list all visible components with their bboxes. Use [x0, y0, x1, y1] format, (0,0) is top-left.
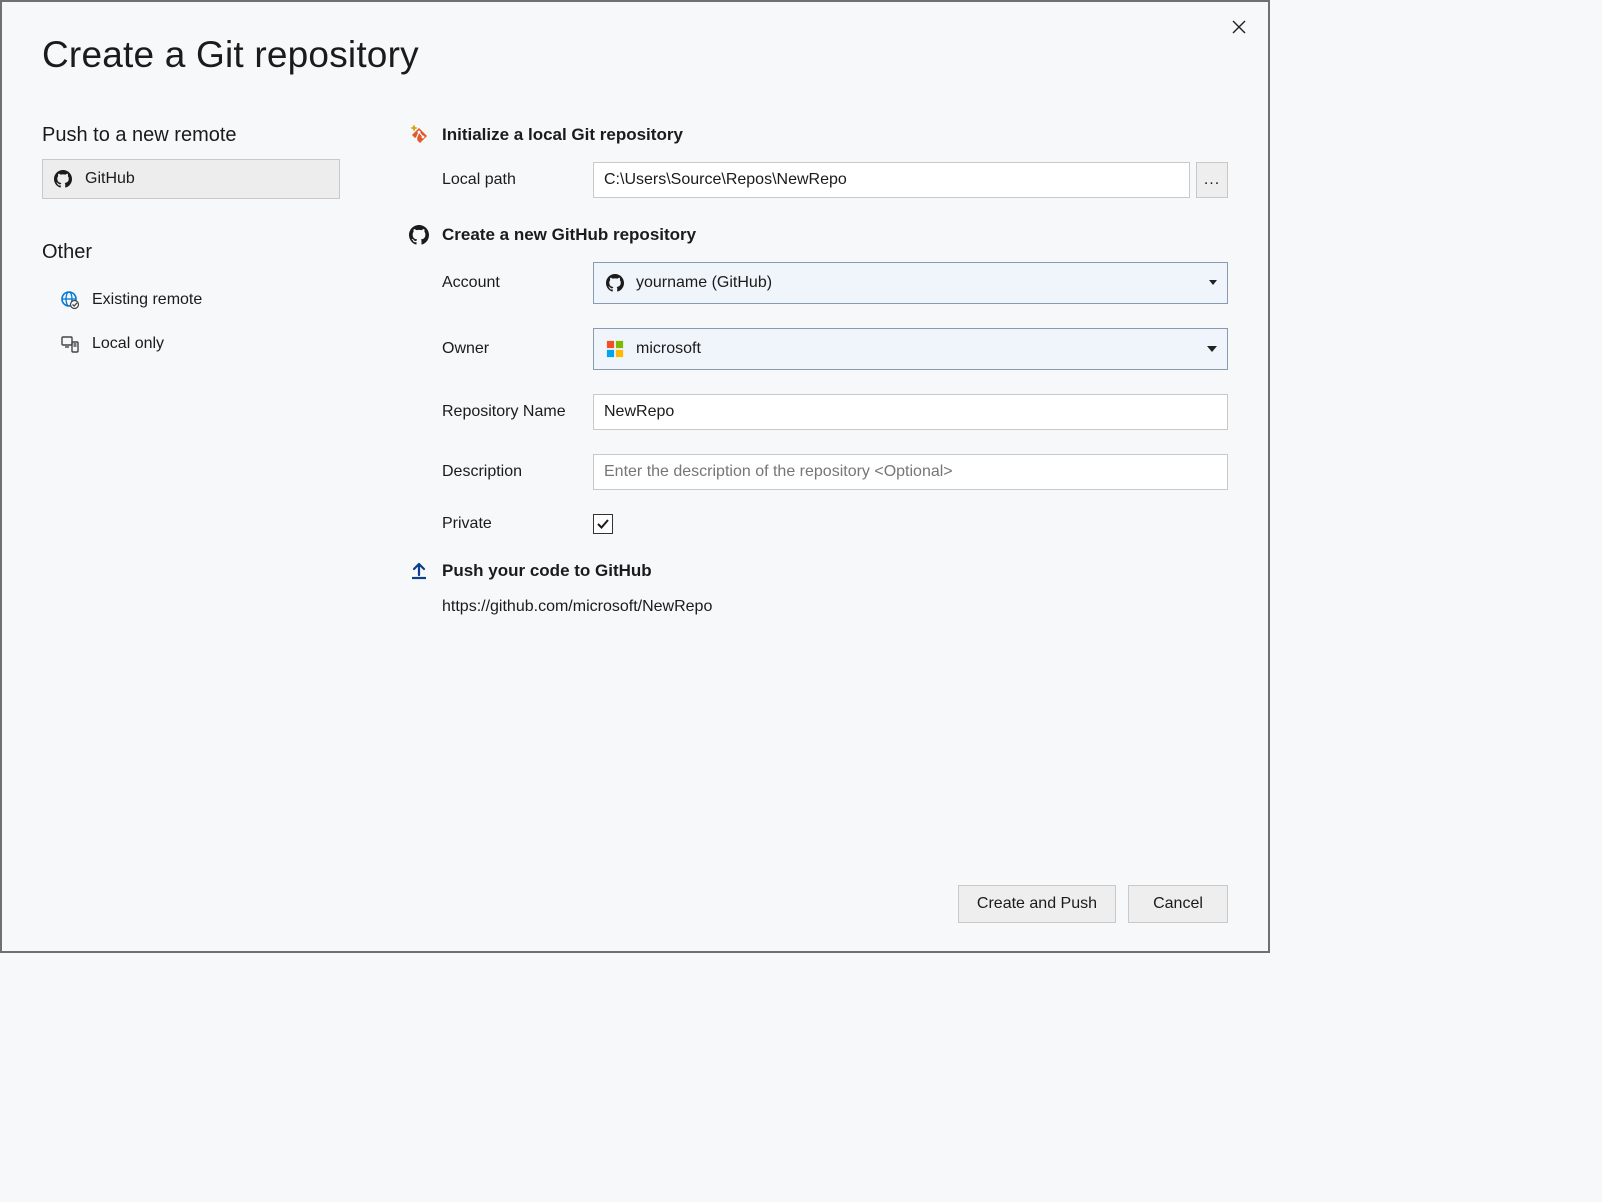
push-url: https://github.com/microsoft/NewRepo	[408, 598, 1228, 616]
local-path-input[interactable]	[593, 162, 1190, 198]
repo-name-label: Repository Name	[408, 403, 593, 421]
chevron-down-icon	[1209, 280, 1217, 286]
private-label: Private	[408, 515, 593, 533]
page-title: Create a Git repository	[42, 34, 1228, 76]
github-icon	[53, 169, 73, 189]
account-dropdown[interactable]: yourname (GitHub)	[593, 262, 1228, 304]
private-checkbox[interactable]	[593, 514, 613, 534]
close-button[interactable]	[1228, 16, 1250, 38]
section-heading: Initialize a local Git repository	[442, 125, 683, 145]
sidebar-item-label: Local only	[92, 335, 164, 353]
main-panel: Initialize a local Git repository Local …	[408, 124, 1228, 642]
check-icon	[596, 517, 610, 531]
owner-value: microsoft	[636, 340, 701, 358]
sidebar: Push to a new remote GitHub Other	[42, 124, 340, 642]
section-create-github: Create a new GitHub repository Account y…	[408, 224, 1228, 534]
git-init-icon	[408, 124, 430, 146]
github-icon	[408, 224, 430, 246]
section-push: Push your code to GitHub https://github.…	[408, 560, 1228, 616]
browse-button[interactable]: ...	[1196, 162, 1228, 198]
owner-dropdown[interactable]: microsoft	[593, 328, 1228, 370]
cancel-button[interactable]: Cancel	[1128, 885, 1228, 923]
account-label: Account	[408, 274, 593, 292]
description-input[interactable]	[593, 454, 1228, 490]
dialog-window: Create a Git repository Push to a new re…	[0, 0, 1270, 953]
sidebar-other-heading: Other	[42, 241, 340, 264]
account-value: yourname (GitHub)	[636, 274, 772, 292]
sidebar-item-label: GitHub	[85, 170, 135, 188]
sidebar-item-github[interactable]: GitHub	[42, 159, 340, 199]
content-columns: Push to a new remote GitHub Other	[42, 124, 1228, 642]
repo-name-input[interactable]	[593, 394, 1228, 430]
sidebar-item-existing-remote[interactable]: Existing remote	[50, 280, 340, 320]
owner-label: Owner	[408, 340, 593, 358]
section-heading: Create a new GitHub repository	[442, 225, 696, 245]
local-path-label: Local path	[408, 171, 593, 189]
globe-remote-icon	[60, 290, 80, 310]
dialog-footer: Create and Push Cancel	[958, 885, 1228, 923]
chevron-down-icon	[1207, 346, 1217, 352]
section-heading: Push your code to GitHub	[442, 561, 652, 581]
sidebar-item-label: Existing remote	[92, 291, 202, 309]
create-push-button[interactable]: Create and Push	[958, 885, 1116, 923]
microsoft-logo-icon	[604, 338, 626, 360]
local-computer-icon	[60, 334, 80, 354]
sidebar-push-heading: Push to a new remote	[42, 124, 340, 147]
sidebar-item-local-only[interactable]: Local only	[50, 324, 340, 364]
description-label: Description	[408, 463, 593, 481]
section-initialize: Initialize a local Git repository Local …	[408, 124, 1228, 198]
github-icon	[604, 272, 626, 294]
push-upload-icon	[408, 560, 430, 582]
close-icon	[1232, 20, 1246, 34]
